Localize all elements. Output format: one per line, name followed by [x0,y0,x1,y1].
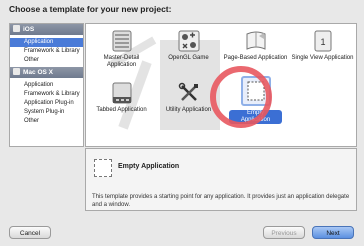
template-master-detail[interactable]: Master-Detail Application [89,30,154,69]
empty-app-icon [94,159,112,177]
template-single-view[interactable]: 1 Single View Application [290,30,355,62]
sidebar-item-mac-other[interactable]: Other [10,117,83,126]
template-tabbed[interactable]: Tabbed Application [89,82,154,114]
previous-button[interactable]: Previous [263,226,305,239]
template-opengl-game[interactable]: OpenGL Game [156,30,221,62]
mac-section-icon [13,68,20,75]
next-button[interactable]: Next [312,226,354,239]
sidebar-item-mac-application-plugin[interactable]: Application Plug-in [10,99,83,108]
description-text: This template provides a starting point … [92,194,350,208]
ios-section-icon [13,25,20,32]
page-based-icon [246,31,265,50]
cancel-button[interactable]: Cancel [9,226,51,239]
opengl-icon [178,30,199,52]
sidebar-section-ios[interactable]: iOS [10,24,83,35]
template-category-sidebar: iOS Application Framework & Library Othe… [9,23,84,147]
template-description-panel: Empty Application This template provides… [85,148,357,211]
single-view-icon: 1 [314,30,331,52]
dialog-title: Choose a template for your new project: [9,4,172,14]
sidebar-item-mac-framework-library[interactable]: Framework & Library [10,90,83,99]
sidebar-item-mac-system-plugin[interactable]: System Plug-in [10,108,83,117]
sidebar-item-ios-framework-library[interactable]: Framework & Library [10,47,83,56]
tabbed-icon [112,82,131,104]
svg-text:1: 1 [320,37,325,47]
sidebar-item-ios-application[interactable]: Application [10,38,83,47]
master-detail-icon [112,30,131,52]
sidebar-item-mac-application[interactable]: Application [10,81,83,90]
sidebar-section-mac-os-x[interactable]: Mac OS X [10,67,83,78]
template-page-based[interactable]: Page-Based Application [223,30,288,62]
sidebar-item-ios-other[interactable]: Other [10,56,83,65]
highlight-circle [210,66,272,128]
description-title: Empty Application [118,163,180,170]
utility-icon [178,82,198,101]
